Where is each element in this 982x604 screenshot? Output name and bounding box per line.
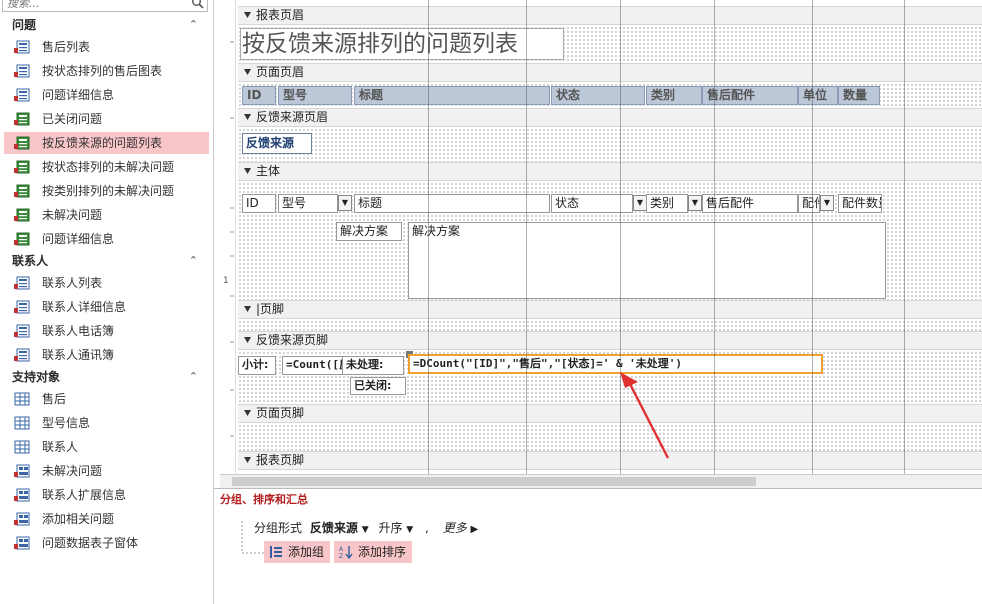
nav-item-label: 售后 xyxy=(42,392,67,406)
table-icon xyxy=(14,440,30,454)
nav-item[interactable]: 按状态排列的售后图表 xyxy=(4,60,209,82)
nav-item[interactable]: 添加相关问题 xyxy=(4,508,209,530)
nav-item[interactable]: 问题详细信息 xyxy=(4,84,209,106)
report-icon xyxy=(14,64,30,78)
nav-item[interactable]: 按状态排列的未解决问题 xyxy=(4,156,209,178)
search-input[interactable] xyxy=(3,0,187,11)
nav-item-label: 按反馈来源的问题列表 xyxy=(42,136,163,150)
nav-item[interactable]: 联系人电话簿 xyxy=(4,320,209,342)
form-icon xyxy=(14,536,30,550)
search-icon[interactable] xyxy=(191,0,204,9)
chevron-up-icon[interactable]: ⌃ xyxy=(189,14,198,36)
play-arrow-icon[interactable]: ▶ xyxy=(471,524,479,535)
nav-item[interactable]: 联系人 xyxy=(4,436,209,458)
report-icon xyxy=(14,112,30,126)
add-group-icon xyxy=(270,546,282,558)
report-icon xyxy=(14,348,30,362)
access-report-designer: 问题 ⌃ 售后列表按状态排列的售后图表问题详细信息已关闭问题按反馈来源的问题列表按状… xyxy=(0,0,982,604)
nav-item-label: 联系人 xyxy=(42,440,79,454)
nav-group-header[interactable]: 联系人 ⌃ xyxy=(0,250,213,272)
nav-item-label: 已关闭问题 xyxy=(42,112,103,126)
chevron-up-icon[interactable]: ⌃ xyxy=(189,250,198,272)
nav-item[interactable]: 未解决问题 xyxy=(4,460,209,482)
nav-item[interactable]: 未解决问题 xyxy=(4,204,209,226)
nav-item-label: 型号信息 xyxy=(42,416,91,430)
report-icon xyxy=(14,184,30,198)
nav-group-label: 支持对象 xyxy=(12,370,61,384)
nav-item-label: 售后列表 xyxy=(42,40,91,54)
nav-item[interactable]: 问题数据表子窗体 xyxy=(4,532,209,554)
nav-item[interactable]: 已关闭问题 xyxy=(4,108,209,130)
nav-group-label: 联系人 xyxy=(12,254,49,268)
nav-item[interactable]: 问题详细信息 xyxy=(4,228,209,250)
nav-item-label: 联系人通讯簿 xyxy=(42,348,115,362)
nav-group-label: 问题 xyxy=(12,18,37,32)
add-group-button[interactable]: 添加组 xyxy=(264,541,331,563)
nav-item[interactable]: 型号信息 xyxy=(4,412,209,434)
add-group-label: 添加组 xyxy=(288,545,325,559)
add-sort-label: 添加排序 xyxy=(358,545,407,559)
nav-item[interactable]: 按反馈来源的问题列表 xyxy=(4,132,209,154)
nav-item-label: 问题详细信息 xyxy=(42,232,115,246)
form-icon xyxy=(14,488,30,502)
form-icon xyxy=(14,512,30,526)
group-field-select[interactable]: 反馈来源 xyxy=(310,521,358,535)
sort-order-select[interactable]: 升序 xyxy=(378,521,402,535)
annotation-arrow-icon xyxy=(620,372,670,459)
report-icon xyxy=(14,160,30,174)
group-form-label: 分组形式 xyxy=(254,521,303,535)
scrollbar-thumb[interactable] xyxy=(232,477,756,486)
nav-item[interactable]: 联系人列表 xyxy=(4,272,209,294)
add-sort-button[interactable]: AZ 添加排序 xyxy=(334,541,413,563)
nav-item-label: 问题详细信息 xyxy=(42,88,115,102)
nav-item[interactable]: 按类别排列的未解决问题 xyxy=(4,180,209,202)
nav-item-label: 问题数据表子窗体 xyxy=(42,536,139,550)
chevron-down-icon[interactable]: ▼ xyxy=(362,525,369,535)
nav-item-label: 添加相关问题 xyxy=(42,512,115,526)
nav-item[interactable]: 联系人详细信息 xyxy=(4,296,209,318)
nav-item[interactable]: 联系人通讯簿 xyxy=(4,344,209,366)
svg-text:Z: Z xyxy=(339,553,343,559)
chevron-down-icon[interactable]: ▼ xyxy=(406,525,413,535)
report-design-surface[interactable]: 1 报表页眉 按反馈来源排列的问题列表 页面页眉 ID 型号 标题 状态 类别 售后配件单… xyxy=(220,0,982,474)
more-link[interactable]: 更多 xyxy=(443,521,467,535)
nav-group-header[interactable]: 支持对象 ⌃ xyxy=(0,366,213,388)
report-icon xyxy=(14,300,30,314)
table-icon xyxy=(14,392,30,406)
form-icon xyxy=(14,464,30,478)
nav-item[interactable]: 售后 xyxy=(4,388,209,410)
horizontal-scrollbar[interactable] xyxy=(220,474,982,488)
pane-title: 分组、排序和汇总 xyxy=(220,493,308,506)
nav-item-label: 按状态排列的售后图表 xyxy=(42,64,163,78)
nav-item-label: 未解决问题 xyxy=(42,208,103,222)
search-box[interactable] xyxy=(2,0,208,12)
chevron-up-icon[interactable]: ⌃ xyxy=(189,366,198,388)
nav-group-header[interactable]: 问题 ⌃ xyxy=(0,14,213,36)
nav-item[interactable]: 联系人扩展信息 xyxy=(4,484,209,506)
report-icon xyxy=(14,208,30,222)
table-icon xyxy=(14,416,30,430)
nav-item-label: 联系人电话簿 xyxy=(42,324,115,338)
report-icon xyxy=(14,88,30,102)
report-icon xyxy=(14,276,30,290)
report-icon xyxy=(14,324,30,338)
report-icon xyxy=(14,40,30,54)
nav-item-label: 未解决问题 xyxy=(42,464,103,478)
navigation-pane: 问题 ⌃ 售后列表按状态排列的售后图表问题详细信息已关闭问题按反馈来源的问题列表按状… xyxy=(0,0,214,604)
svg-text:A: A xyxy=(339,546,344,553)
nav-item-label: 联系人扩展信息 xyxy=(42,488,127,502)
nav-item[interactable]: 售后列表 xyxy=(4,36,209,58)
group-sort-total-pane: 分组、排序和汇总 分组形式 反馈来源 ▼ 升序 ▼ , 更多 ▶ 添加组 AZ … xyxy=(214,488,982,604)
report-icon xyxy=(14,232,30,246)
nav-item-label: 按状态排列的未解决问题 xyxy=(42,160,175,174)
sort-az-icon: AZ xyxy=(339,546,353,559)
report-icon xyxy=(14,136,30,150)
nav-item-label: 按类别排列的未解决问题 xyxy=(42,184,175,198)
nav-item-label: 联系人详细信息 xyxy=(42,300,127,314)
group-level-row[interactable]: 分组形式 反馈来源 ▼ 升序 ▼ , 更多 ▶ xyxy=(254,519,478,536)
nav-item-label: 联系人列表 xyxy=(42,276,103,290)
